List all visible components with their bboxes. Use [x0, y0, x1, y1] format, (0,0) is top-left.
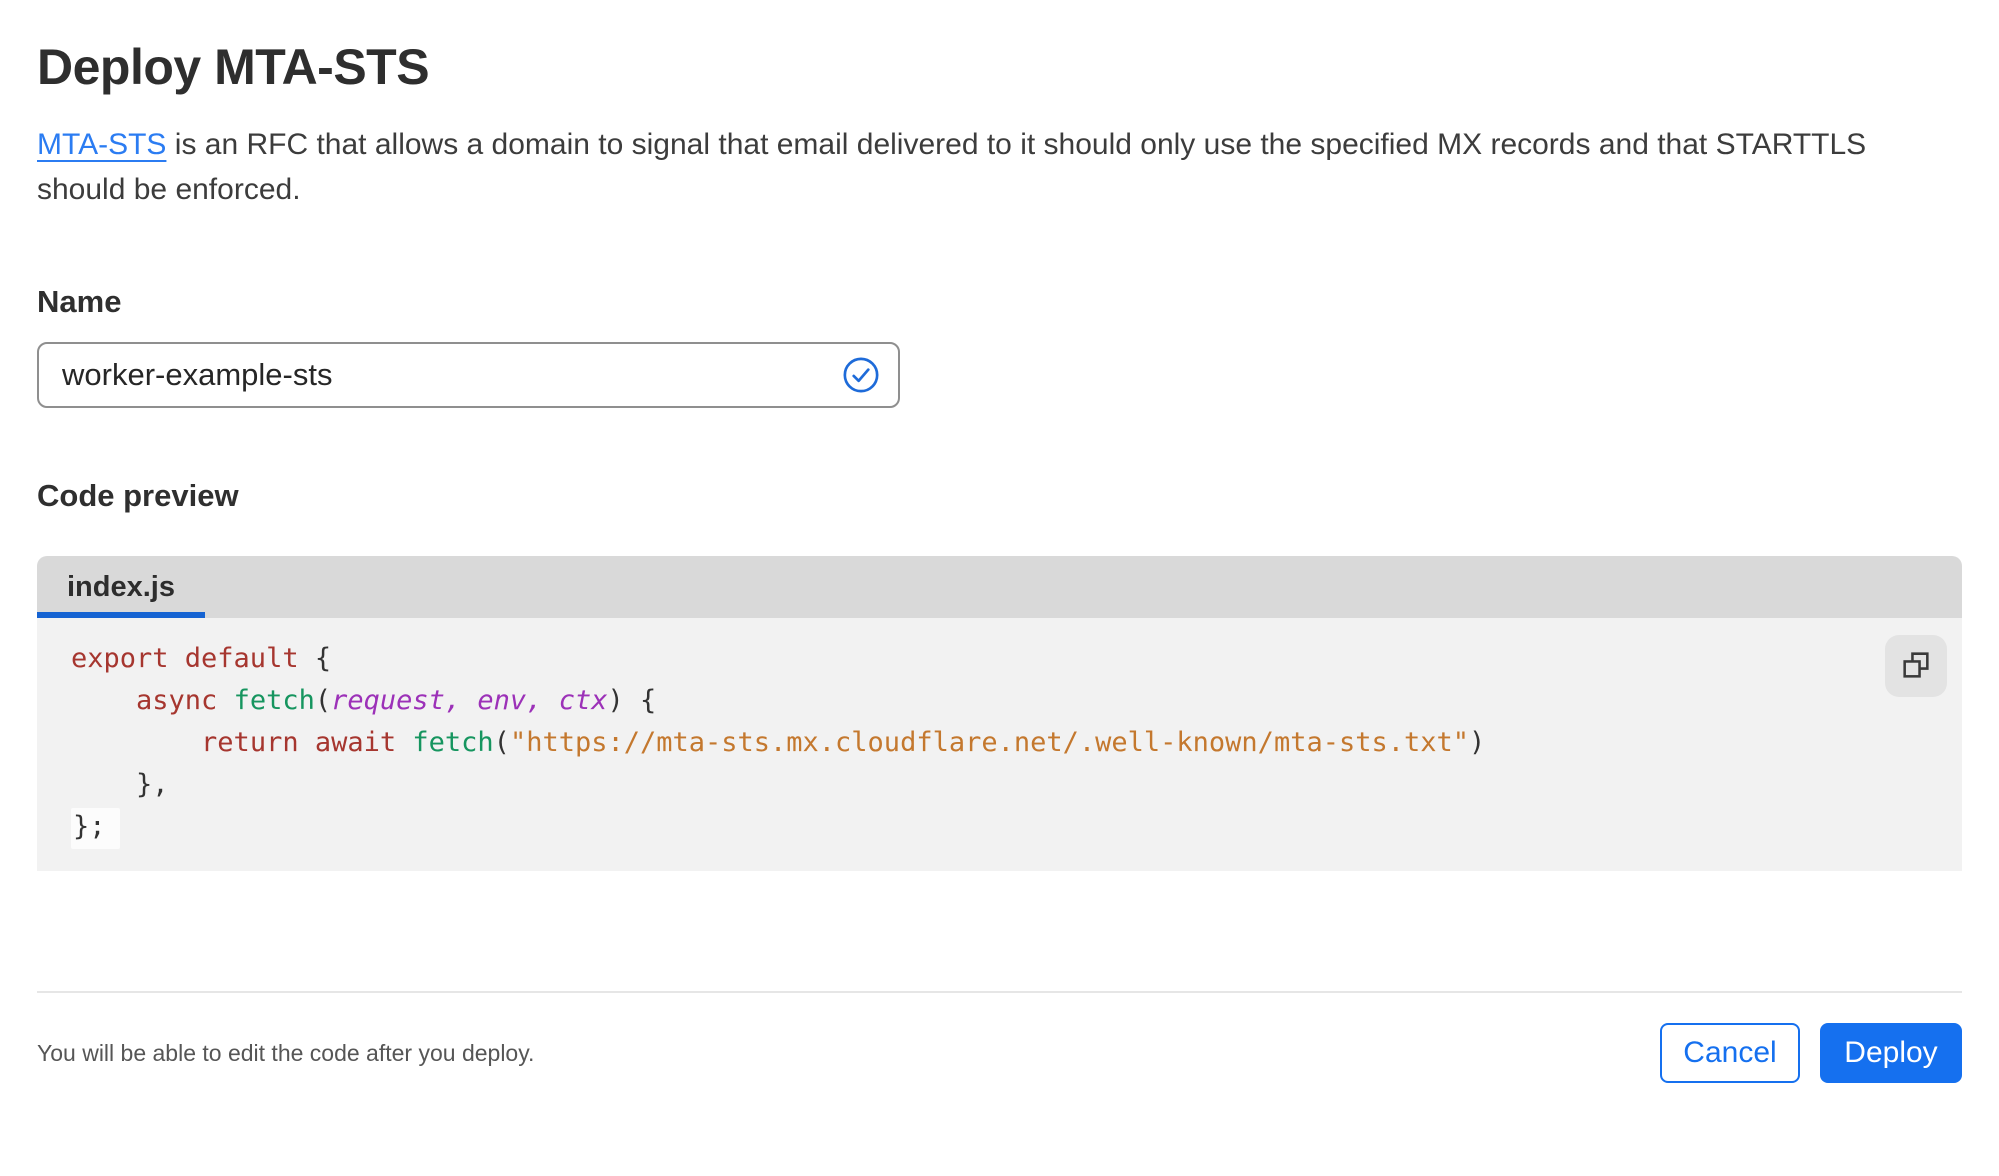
footer-actions: Cancel Deploy [1660, 1023, 1962, 1083]
cancel-button[interactable]: Cancel [1660, 1023, 1800, 1083]
code-tab-bar: index.js [37, 556, 1962, 618]
deploy-button[interactable]: Deploy [1820, 1023, 1962, 1083]
mta-sts-link[interactable]: MTA-STS [37, 128, 166, 161]
code-preview-label: Code preview [37, 478, 239, 513]
code-content: export default { async fetch(request, en… [37, 618, 1962, 849]
code-line: }, [71, 769, 169, 800]
code-line: async fetch(request, env, ctx) { [136, 685, 657, 716]
footer: You will be able to edit the code after … [37, 1023, 1962, 1083]
footer-divider [37, 991, 1962, 993]
code-line: export default { [71, 643, 332, 674]
check-circle-icon [842, 356, 880, 394]
page-description-text: is an RFC that allows a domain to signal… [37, 128, 1867, 206]
page-description: MTA-STS is an RFC that allows a domain t… [37, 122, 1937, 212]
footer-note: You will be able to edit the code after … [37, 1039, 535, 1066]
page-title: Deploy MTA-STS [37, 39, 430, 95]
tab-index-js[interactable]: index.js [37, 556, 205, 618]
code-editor[interactable]: export default { async fetch(request, en… [37, 618, 1962, 871]
name-input[interactable] [37, 342, 900, 408]
code-line: }; [71, 806, 1962, 849]
copy-icon [1899, 648, 1933, 685]
code-line: return await fetch("https://mta-sts.mx.c… [201, 727, 1486, 758]
tab-label: index.js [67, 570, 175, 603]
name-label: Name [37, 284, 122, 319]
name-input-wrap [37, 342, 900, 408]
deploy-mta-sts-page: Deploy MTA-STS MTA-STS is an RFC that al… [0, 38, 1999, 1083]
copy-code-button[interactable] [1885, 635, 1947, 697]
